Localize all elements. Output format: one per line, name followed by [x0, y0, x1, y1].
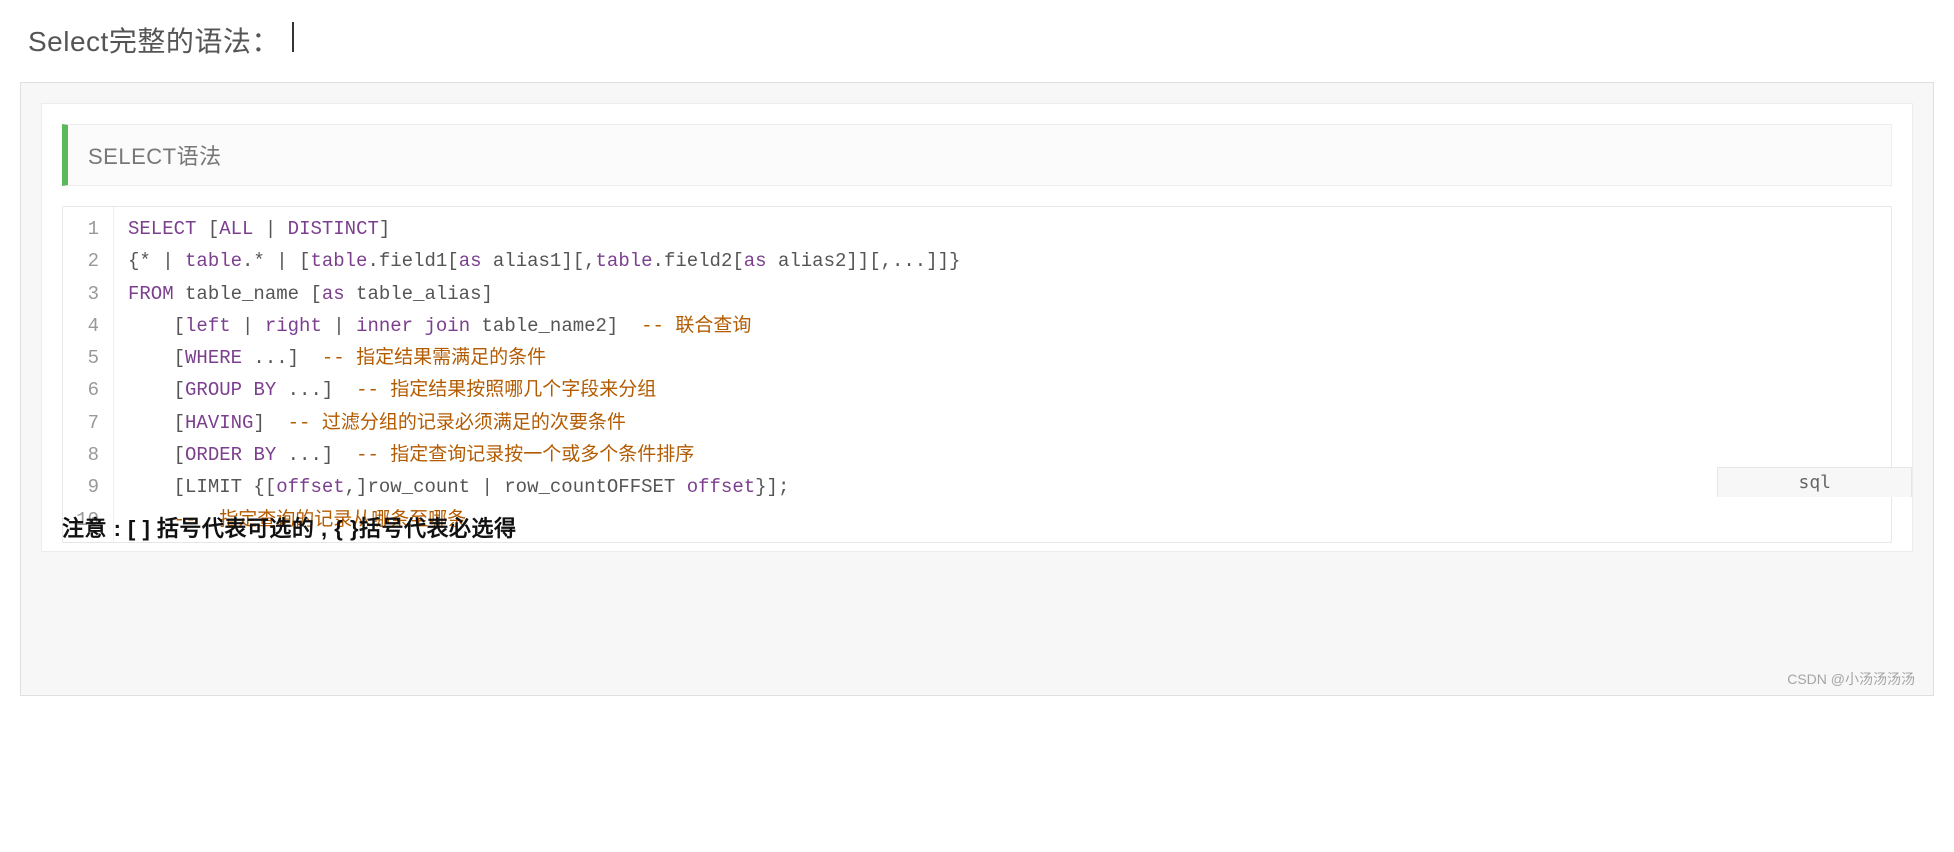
token-keyword: BY — [253, 379, 276, 401]
token-default: ...] — [276, 379, 356, 401]
token-default: | — [253, 218, 287, 240]
token-keyword: inner — [356, 315, 413, 337]
code-content: [left | right | inner join table_name2] … — [114, 310, 1892, 342]
token-keyword: offset — [687, 476, 755, 498]
token-keyword: as — [459, 250, 482, 272]
token-keyword: table — [596, 250, 653, 272]
blockquote-header: SELECT语法 — [62, 124, 1892, 186]
token-default: [ — [128, 315, 185, 337]
code-content: [LIMIT {[offset,]row_count | row_countOF… — [114, 471, 1892, 503]
token-default: | — [231, 315, 265, 337]
code-line: 3FROM table_name [as table_alias] — [63, 278, 1891, 310]
heading-row: Select完整的语法： — [20, 20, 1934, 60]
watermark: CSDN @小汤汤汤汤 — [1787, 669, 1915, 689]
token-keyword: left — [185, 315, 231, 337]
token-default: table_name [ — [174, 283, 322, 305]
code-content: [ORDER BY ...] -- 指定查询记录按一个或多个条件排序 — [114, 439, 1892, 471]
token-default: {* | — [128, 250, 185, 272]
token-keyword: as — [744, 250, 767, 272]
line-number: 2 — [63, 245, 114, 277]
line-number: 9 — [63, 471, 114, 503]
token-keyword: WHERE — [185, 347, 242, 369]
token-comment: -- 过滤分组的记录必须满足的次要条件 — [288, 412, 626, 434]
code-line: 6 [GROUP BY ...] -- 指定结果按照哪几个字段来分组 — [63, 374, 1891, 406]
token-keyword: BY — [253, 444, 276, 466]
line-number: 6 — [63, 374, 114, 406]
code-line: 5 [WHERE ...] -- 指定结果需满足的条件 — [63, 342, 1891, 374]
code-content: [GROUP BY ...] -- 指定结果按照哪几个字段来分组 — [114, 374, 1892, 406]
line-number: 4 — [63, 310, 114, 342]
line-number: 7 — [63, 407, 114, 439]
token-keyword: offset — [276, 476, 344, 498]
line-number: 8 — [63, 439, 114, 471]
token-default: [ — [128, 444, 185, 466]
code-line: 9 [LIMIT {[offset,]row_count | row_count… — [63, 471, 1891, 503]
token-default: .* | [ — [242, 250, 310, 272]
token-default — [242, 444, 253, 466]
token-comment: -- 指定结果按照哪几个字段来分组 — [356, 379, 656, 401]
token-default: ...] — [276, 444, 356, 466]
code-line: 1SELECT [ALL | DISTINCT] — [63, 207, 1891, 245]
line-number: 1 — [63, 207, 114, 245]
token-default — [413, 315, 424, 337]
token-keyword: right — [265, 315, 322, 337]
token-default: [ — [128, 379, 185, 401]
token-default: ...] — [242, 347, 322, 369]
block-title: SELECT语法 — [88, 144, 222, 169]
token-default: [ — [128, 412, 185, 434]
token-comment: -- 指定结果需满足的条件 — [322, 347, 546, 369]
token-default: | — [322, 315, 356, 337]
code-content: [HAVING] -- 过滤分组的记录必须满足的次要条件 — [114, 407, 1892, 439]
code-line: 2{* | table.* | [table.field1[as alias1]… — [63, 245, 1891, 277]
token-default: ] — [379, 218, 390, 240]
token-default: [ — [196, 218, 219, 240]
note-footer: 注意 : [ ] 括号代表可选的 , { }括号代表必选得 — [62, 511, 517, 543]
code-block: 1SELECT [ALL | DISTINCT]2{* | table.* | … — [62, 206, 1892, 543]
code-content: FROM table_name [as table_alias] — [114, 278, 1892, 310]
token-default: .field1[ — [367, 250, 458, 272]
token-comment: -- 联合查询 — [641, 315, 751, 337]
token-keyword: DISTINCT — [288, 218, 379, 240]
code-table: 1SELECT [ALL | DISTINCT]2{* | table.* | … — [63, 207, 1891, 542]
token-default: [ — [128, 347, 185, 369]
line-number: 3 — [63, 278, 114, 310]
token-default: table_name2] — [470, 315, 641, 337]
token-keyword: GROUP — [185, 379, 242, 401]
text-cursor-icon — [292, 22, 294, 52]
token-keyword: table — [310, 250, 367, 272]
code-line: 4 [left | right | inner join table_name2… — [63, 310, 1891, 342]
code-content: SELECT [ALL | DISTINCT] — [114, 207, 1892, 245]
token-default: }]; — [755, 476, 789, 498]
inner-card: SELECT语法 1SELECT [ALL | DISTINCT]2{* | t… — [41, 103, 1913, 552]
token-keyword: ALL — [219, 218, 253, 240]
token-comment: -- 指定查询记录按一个或多个条件排序 — [356, 444, 694, 466]
heading-text: Select完整的语法： — [28, 20, 280, 60]
language-badge: sql — [1717, 467, 1912, 497]
token-keyword: FROM — [128, 283, 174, 305]
code-line: 8 [ORDER BY ...] -- 指定查询记录按一个或多个条件排序 — [63, 439, 1891, 471]
line-number: 5 — [63, 342, 114, 374]
token-default: .field2[ — [653, 250, 744, 272]
token-default: alias1][, — [482, 250, 596, 272]
token-default: ] — [253, 412, 287, 434]
token-default: ,]row_count | row_countOFFSET — [345, 476, 687, 498]
token-keyword: join — [425, 315, 471, 337]
token-keyword: ORDER — [185, 444, 242, 466]
token-default: alias2]][,...]]} — [767, 250, 961, 272]
code-content: {* | table.* | [table.field1[as alias1][… — [114, 245, 1892, 277]
code-content: [WHERE ...] -- 指定结果需满足的条件 — [114, 342, 1892, 374]
token-default: table_alias] — [345, 283, 493, 305]
code-line: 7 [HAVING] -- 过滤分组的记录必须满足的次要条件 — [63, 407, 1891, 439]
token-keyword: as — [322, 283, 345, 305]
page-container: Select完整的语法： SELECT语法 1SELECT [ALL | DIS… — [0, 0, 1954, 716]
token-keyword: SELECT — [128, 218, 196, 240]
token-default — [242, 379, 253, 401]
outer-card: SELECT语法 1SELECT [ALL | DISTINCT]2{* | t… — [20, 82, 1934, 696]
token-keyword: HAVING — [185, 412, 253, 434]
token-keyword: table — [185, 250, 242, 272]
token-default: [LIMIT {[ — [128, 476, 276, 498]
